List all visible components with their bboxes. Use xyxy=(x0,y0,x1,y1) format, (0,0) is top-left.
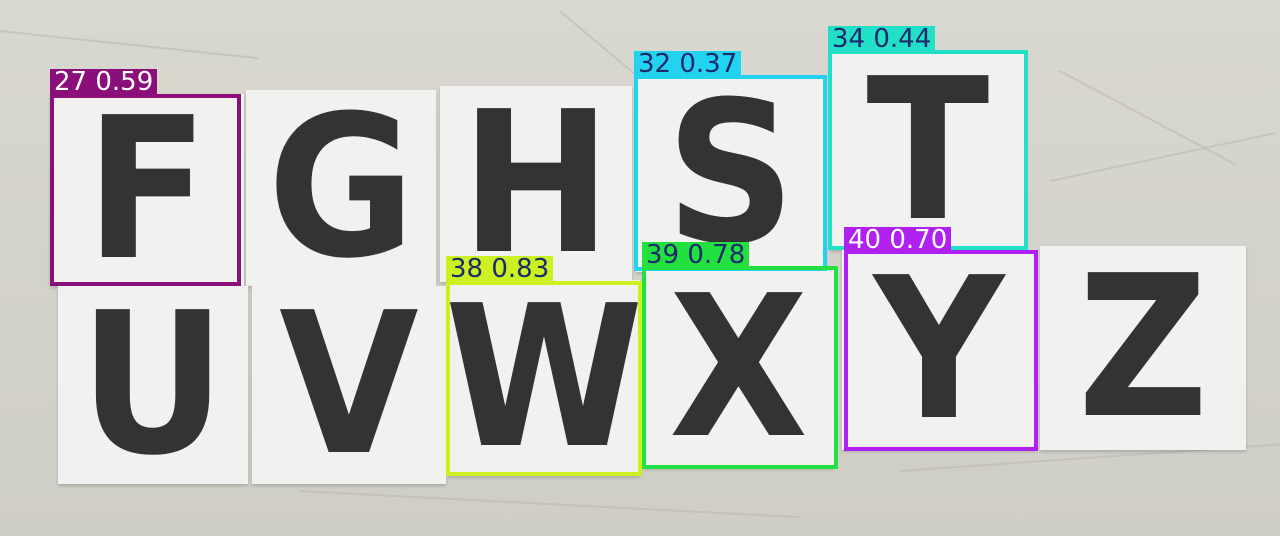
detection-box-39 xyxy=(642,266,838,469)
letter-U: U xyxy=(79,286,227,484)
detection-label-32: 32 0.37 xyxy=(634,51,742,78)
detection-label-34: 34 0.44 xyxy=(828,26,936,53)
letter-H: H xyxy=(460,86,612,282)
detection-label-40: 40 0.70 xyxy=(844,227,952,254)
detection-box-38 xyxy=(446,281,642,476)
card-H: H xyxy=(440,86,632,282)
detection-label-39: 39 0.78 xyxy=(642,242,750,269)
letter-V: V xyxy=(279,286,419,484)
detection-label-27: 27 0.59 xyxy=(50,69,158,96)
letter-G: G xyxy=(266,90,416,286)
detection-box-27 xyxy=(50,94,241,286)
detection-box-34 xyxy=(828,50,1028,250)
card-Z: Z xyxy=(1040,246,1246,450)
card-G: G xyxy=(246,90,436,286)
detection-box-40 xyxy=(844,250,1038,451)
card-U: U xyxy=(58,286,248,484)
card-V: V xyxy=(252,286,446,484)
letter-Z: Z xyxy=(1077,246,1209,450)
detection-label-38: 38 0.83 xyxy=(446,256,554,283)
